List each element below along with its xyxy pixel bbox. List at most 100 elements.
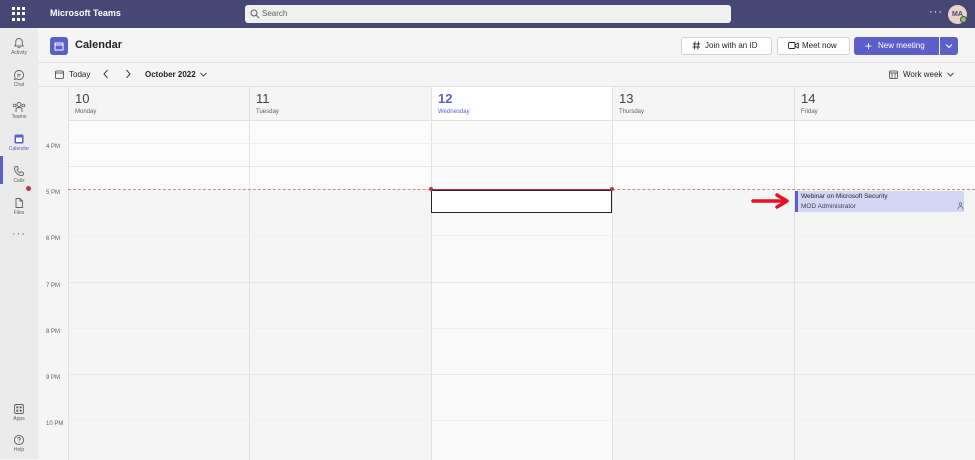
apps-icon [14, 404, 24, 414]
plus-icon: + [865, 39, 873, 53]
calendar-event[interactable]: Webinar on Microsoft Security MOD Admini… [795, 191, 964, 212]
time-label: 10 PM [46, 421, 64, 427]
rail-item-files[interactable]: Files [0, 192, 38, 222]
rail-item-calendar[interactable]: Calendar [0, 128, 38, 158]
calendar-toolbar: Today October 2022 Work week [38, 62, 975, 86]
chevron-right-icon[interactable] [124, 69, 132, 79]
webinar-icon [957, 202, 964, 210]
current-time-marker [431, 189, 612, 190]
phone-icon [14, 166, 24, 176]
chevron-down-icon[interactable] [199, 70, 208, 79]
time-label: 4 PM [46, 144, 61, 150]
rail-label-teams: Teams [11, 114, 27, 120]
selected-time-slot[interactable] [431, 190, 612, 213]
month-picker[interactable]: October 2022 [145, 70, 196, 79]
time-label: 7 PM [46, 283, 61, 289]
rail-item-chat[interactable]: Chat [0, 64, 38, 94]
time-label: 9 PM [46, 375, 61, 381]
file-icon [15, 198, 23, 208]
new-meeting-button[interactable]: + New meeting [854, 37, 939, 55]
rail-label-calls: Calls [13, 178, 25, 184]
rail-label-apps: Apps [13, 416, 25, 422]
join-with-id-button[interactable]: Join with an ID [681, 37, 772, 55]
hour-line [68, 166, 975, 167]
day-number: 11 [256, 91, 270, 106]
day-name: Thursday [619, 109, 645, 115]
page-title: Calendar [75, 39, 123, 51]
rail-label-activity: Activity [11, 50, 27, 56]
more-apps-icon[interactable]: ··· [12, 228, 26, 240]
rail-item-calls[interactable]: Calls [0, 160, 38, 190]
day-number: 14 [801, 91, 816, 106]
view-switcher[interactable]: Work week [903, 70, 942, 79]
calendar-today-icon[interactable] [55, 70, 64, 79]
day-name: Wednesday [438, 109, 470, 115]
time-label: 5 PM [46, 190, 61, 196]
rail-label-help: Help [13, 447, 25, 453]
calendar-view-icon[interactable] [889, 70, 898, 79]
app-launcher-icon[interactable] [12, 7, 26, 21]
half-hour-line [68, 328, 975, 329]
day-name: Friday [801, 109, 818, 115]
current-time-dot [610, 187, 614, 191]
hour-line [68, 374, 975, 375]
app-name: Microsoft Teams [50, 8, 121, 18]
new-meeting-dropdown-button[interactable] [940, 37, 958, 55]
day-name: Monday [75, 109, 97, 115]
calendar-icon [14, 134, 24, 144]
more-options-icon[interactable]: ··· [929, 6, 943, 18]
day-header-thursday[interactable]: 13 Thursday [612, 87, 794, 120]
hour-line [68, 282, 975, 283]
half-hour-line [68, 143, 975, 144]
hashtag-icon [692, 41, 701, 50]
red-arrow-icon [751, 193, 789, 209]
time-label: 8 PM [46, 329, 61, 335]
teams-icon [12, 102, 26, 112]
day-header-monday[interactable]: 10 Monday [68, 87, 249, 120]
search-icon [250, 9, 260, 19]
day-header-tuesday[interactable]: 11 Tuesday [249, 87, 431, 120]
new-meeting-label: New meeting [878, 41, 925, 50]
event-organizer: MOD Administrator [801, 203, 856, 210]
event-title: Webinar on Microsoft Security [801, 193, 888, 200]
half-hour-line [68, 420, 975, 421]
rail-label-chat: Chat [13, 82, 25, 88]
rail-item-teams[interactable]: Teams [0, 96, 38, 126]
day-number: 13 [619, 91, 634, 106]
presence-available-icon [960, 16, 967, 23]
current-time-dot [429, 187, 433, 191]
rail-item-apps[interactable]: Apps [0, 398, 38, 428]
rail-label-calendar: Calendar [8, 146, 30, 152]
calendar-grid: 10 Monday 11 Tuesday 12 Wednesday 13 Thu… [38, 86, 975, 460]
day-name: Tuesday [256, 109, 279, 115]
day-column-wednesday[interactable] [431, 121, 612, 460]
search-placeholder: Search [262, 9, 288, 18]
day-header-friday[interactable]: 14 Friday [794, 87, 975, 120]
rail-item-activity[interactable]: Activity [0, 32, 38, 62]
day-column-friday[interactable] [794, 121, 975, 460]
day-column-thursday[interactable] [612, 121, 794, 460]
notification-badge [26, 186, 31, 191]
day-number: 12 [438, 91, 453, 106]
today-button[interactable]: Today [69, 70, 90, 79]
half-hour-line [68, 235, 975, 236]
chat-icon [13, 70, 24, 81]
day-column-tuesday[interactable] [249, 121, 431, 460]
calendar-header: Calendar Join with an ID Meet now + New … [38, 28, 975, 62]
video-camera-icon [788, 42, 799, 49]
meet-now-button[interactable]: Meet now [777, 37, 850, 55]
day-column-monday[interactable] [68, 121, 249, 460]
top-bar: Microsoft Teams Search ··· MA [0, 0, 975, 28]
app-rail: Activity Chat Teams Calendar Calls Files… [0, 28, 38, 459]
chevron-left-icon[interactable] [102, 69, 110, 79]
calendar-app-icon [50, 37, 68, 55]
search-input[interactable]: Search [245, 5, 731, 23]
join-with-id-label: Join with an ID [705, 41, 758, 50]
time-label: 6 PM [46, 236, 61, 242]
chevron-down-icon[interactable] [946, 70, 955, 79]
rail-item-help[interactable]: Help [0, 429, 38, 459]
day-header-wednesday[interactable]: 12 Wednesday [431, 87, 612, 120]
chevron-down-icon [945, 44, 953, 49]
day-number: 10 [75, 91, 90, 106]
meet-now-label: Meet now [802, 41, 837, 50]
